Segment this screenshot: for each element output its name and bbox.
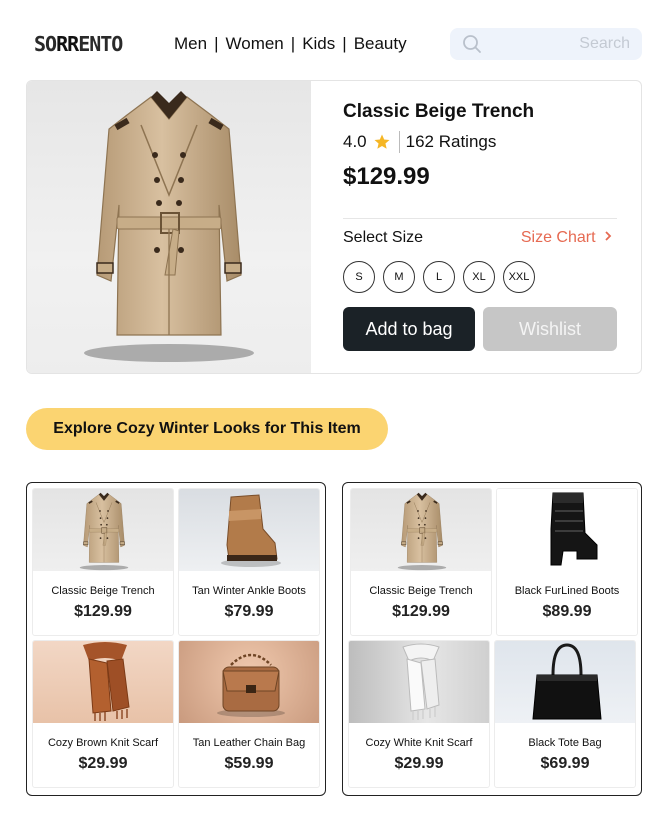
ankle-boots-thumb <box>221 494 281 567</box>
ratings-count[interactable]: 162 Ratings <box>406 132 497 152</box>
star-icon <box>374 134 390 149</box>
item-name: Tan Leather Chain Bag <box>192 737 306 749</box>
item-thumbnail <box>33 489 173 571</box>
item-name: Tan Winter Ankle Boots <box>192 585 306 597</box>
item-thumbnail <box>179 489 319 571</box>
nav-separator: | <box>214 34 219 53</box>
size-chart-label: Size Chart <box>520 229 596 246</box>
size-option-s[interactable]: S <box>343 261 375 293</box>
logo-text-mid: RR <box>56 32 79 56</box>
nav-separator: | <box>342 34 347 53</box>
outfit-item[interactable]: Tan Winter Ankle Boots $79.99 <box>178 488 320 636</box>
size-option-xl[interactable]: XL <box>463 261 495 293</box>
explore-looks-button[interactable]: Explore Cozy Winter Looks for This Item <box>26 408 388 450</box>
brand-logo[interactable]: SORRENTO <box>34 32 123 56</box>
black-boots-thumb <box>550 492 598 566</box>
item-price: $89.99 <box>542 603 592 620</box>
item-name: Classic Beige Trench <box>369 585 473 597</box>
trench-coat-thumb <box>79 492 129 571</box>
product-image[interactable] <box>27 81 311 373</box>
item-thumbnail <box>179 641 319 723</box>
item-thumbnail <box>495 641 635 723</box>
nav-kids[interactable]: Kids <box>302 34 335 54</box>
logo-text-end: ENTO <box>78 32 123 56</box>
size-chart-link[interactable]: Size Chart <box>521 229 613 247</box>
outfit-card-2: Classic Beige Trench $129.99 Black FurLi… <box>342 482 642 796</box>
black-tote-thumb <box>532 643 602 720</box>
outfit-item[interactable]: Cozy White Knit Scarf $29.99 <box>348 640 490 788</box>
divider <box>343 218 617 219</box>
trench-coat-image <box>83 90 255 363</box>
product-title: Classic Beige Trench <box>343 101 535 122</box>
nav-women[interactable]: Women <box>226 34 284 54</box>
item-price: $129.99 <box>74 603 132 620</box>
chain-bag-thumb <box>217 653 285 717</box>
item-name: Black Tote Bag <box>528 737 602 749</box>
outfit-item[interactable]: Cozy Brown Knit Scarf $29.99 <box>32 640 174 788</box>
item-thumbnail <box>497 489 637 571</box>
rating-value: 4.0 <box>343 132 367 151</box>
nav-separator: | <box>290 34 296 53</box>
item-price: $79.99 <box>224 603 274 620</box>
search-input[interactable] <box>482 35 630 53</box>
main-nav: Men | Women | Kids | Beauty <box>174 34 407 54</box>
item-name: Cozy Brown Knit Scarf <box>47 737 159 749</box>
item-name: Cozy White Knit Scarf <box>365 737 473 749</box>
white-scarf-thumb <box>402 643 440 720</box>
outfit-item[interactable]: Tan Leather Chain Bag $59.99 <box>178 640 320 788</box>
item-price: $29.99 <box>394 755 444 772</box>
item-name: Classic Beige Trench <box>51 585 155 597</box>
item-price: $29.99 <box>78 755 128 772</box>
size-option-m[interactable]: M <box>383 261 415 293</box>
outfit-item[interactable]: Classic Beige Trench $129.99 <box>32 488 174 636</box>
size-option-xxl[interactable]: XXL <box>503 261 535 293</box>
item-thumbnail <box>349 641 489 723</box>
select-size-label: Select Size <box>343 229 424 246</box>
item-thumbnail <box>351 489 491 571</box>
outfit-item[interactable]: Classic Beige Trench $129.99 <box>350 488 492 636</box>
logo-text-start: SO <box>34 32 57 56</box>
add-to-bag-button[interactable]: Add to bag <box>343 307 475 351</box>
product-price: $129.99 <box>343 163 430 190</box>
nav-beauty[interactable]: Beauty <box>354 34 407 54</box>
product-rating: 4.0 162 Ratings <box>343 131 496 153</box>
item-price: $69.99 <box>540 755 590 772</box>
trench-coat-thumb <box>397 492 447 571</box>
search-bar[interactable] <box>450 28 642 60</box>
search-icon <box>463 35 481 53</box>
nav-men[interactable]: Men <box>174 34 207 54</box>
brown-scarf-thumb <box>83 642 130 721</box>
size-options: S M L XL XXL <box>343 261 535 293</box>
size-option-l[interactable]: L <box>423 261 455 293</box>
outfit-item[interactable]: Black FurLined Boots $89.99 <box>496 488 638 636</box>
item-price: $59.99 <box>224 755 274 772</box>
item-price: $129.99 <box>392 603 450 620</box>
item-name: Black FurLined Boots <box>514 585 620 597</box>
wishlist-button[interactable]: Wishlist <box>483 307 617 351</box>
outfit-card-1: Classic Beige Trench $129.99 Tan Winter … <box>26 482 326 796</box>
outfit-item[interactable]: Black Tote Bag $69.99 <box>494 640 636 788</box>
chevron-right-icon <box>605 231 612 241</box>
item-thumbnail <box>33 641 173 723</box>
product-card: Classic Beige Trench 4.0 162 Ratings $12… <box>26 80 642 374</box>
rating-divider <box>398 131 400 153</box>
product-info: Classic Beige Trench 4.0 162 Ratings $12… <box>343 81 617 373</box>
